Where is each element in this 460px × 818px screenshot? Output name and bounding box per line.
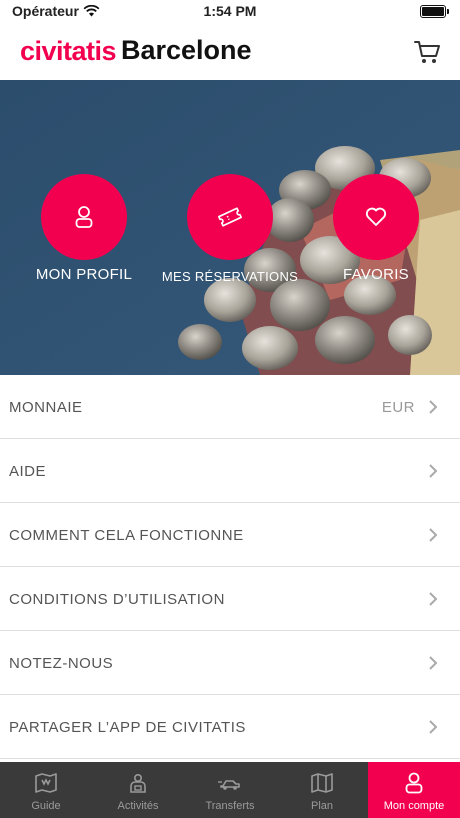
map-pin-icon: [35, 773, 57, 793]
tab-label: Mon compte: [383, 800, 445, 812]
map-icon: [311, 773, 333, 793]
chevron-right-icon: [429, 592, 438, 606]
favorites-button[interactable]: [333, 174, 419, 260]
car-icon: [218, 780, 240, 790]
profile-label[interactable]: MON PROFIL: [24, 266, 144, 283]
menu-item-label: MONNAIE: [9, 399, 83, 416]
battery-icon: [420, 5, 449, 18]
tab-label: Transferts: [205, 800, 255, 812]
bottom-tab-bar: Guide Activités Transferts Plan Mon comp…: [0, 762, 460, 818]
tab-transfers[interactable]: Transferts: [184, 762, 276, 818]
heart-icon: [365, 207, 387, 226]
settings-menu: MONNAIE EUR AIDE COMMENT CELA FONCTIONNE…: [0, 375, 460, 759]
tab-label: Activités: [117, 800, 159, 812]
chevron-right-icon: [429, 528, 438, 542]
tab-label: Plan: [310, 800, 334, 812]
tab-map[interactable]: Plan: [276, 762, 368, 818]
menu-item-label: PARTAGER L’APP DE CIVITATIS: [9, 719, 246, 736]
chevron-right-icon: [429, 656, 438, 670]
guide-person-icon: [130, 773, 146, 793]
app-header: civitatis Barcelone: [0, 24, 460, 80]
status-bar: Opérateur 1:54 PM: [0, 0, 460, 24]
menu-item-help[interactable]: AIDE: [0, 439, 460, 503]
menu-item-share-app[interactable]: PARTAGER L’APP DE CIVITATIS: [0, 695, 460, 759]
tab-label: Guide: [31, 800, 61, 812]
menu-item-label: AIDE: [9, 463, 47, 480]
tab-guide[interactable]: Guide: [0, 762, 92, 818]
menu-item-how-it-works[interactable]: COMMENT CELA FONCTIONNE: [0, 503, 460, 567]
page-title: Barcelone: [121, 35, 252, 65]
tab-my-account[interactable]: Mon compte: [368, 762, 460, 818]
menu-item-rate-us[interactable]: NOTEZ-NOUS: [0, 631, 460, 695]
clock: 1:54 PM: [203, 3, 257, 19]
menu-item-label: COMMENT CELA FONCTIONNE: [9, 527, 244, 544]
menu-item-currency[interactable]: MONNAIE EUR: [0, 375, 460, 439]
profile-button[interactable]: [41, 174, 127, 260]
user-icon: [75, 206, 93, 228]
cart-icon[interactable]: [413, 39, 441, 65]
reservations-button[interactable]: [187, 174, 273, 260]
brand-logo: civitatis: [20, 36, 117, 66]
currency-value: EUR: [381, 399, 415, 416]
chevron-right-icon: [429, 464, 438, 478]
menu-item-terms[interactable]: CONDITIONS D’UTILISATION: [0, 567, 460, 631]
menu-item-label: CONDITIONS D’UTILISATION: [9, 591, 225, 608]
tab-activities[interactable]: Activités: [92, 762, 184, 818]
reservations-label[interactable]: MES RÉSERVATIONS: [160, 269, 300, 284]
hero-banner: MON PROFIL MES RÉSERVATIONS FAVORIS: [0, 80, 460, 375]
chevron-right-icon: [429, 720, 438, 734]
favorites-label[interactable]: FAVORIS: [326, 266, 426, 283]
ticket-icon: [217, 207, 243, 227]
chevron-right-icon: [429, 400, 438, 414]
user-icon: [405, 772, 423, 794]
menu-item-label: NOTEZ-NOUS: [9, 655, 114, 672]
